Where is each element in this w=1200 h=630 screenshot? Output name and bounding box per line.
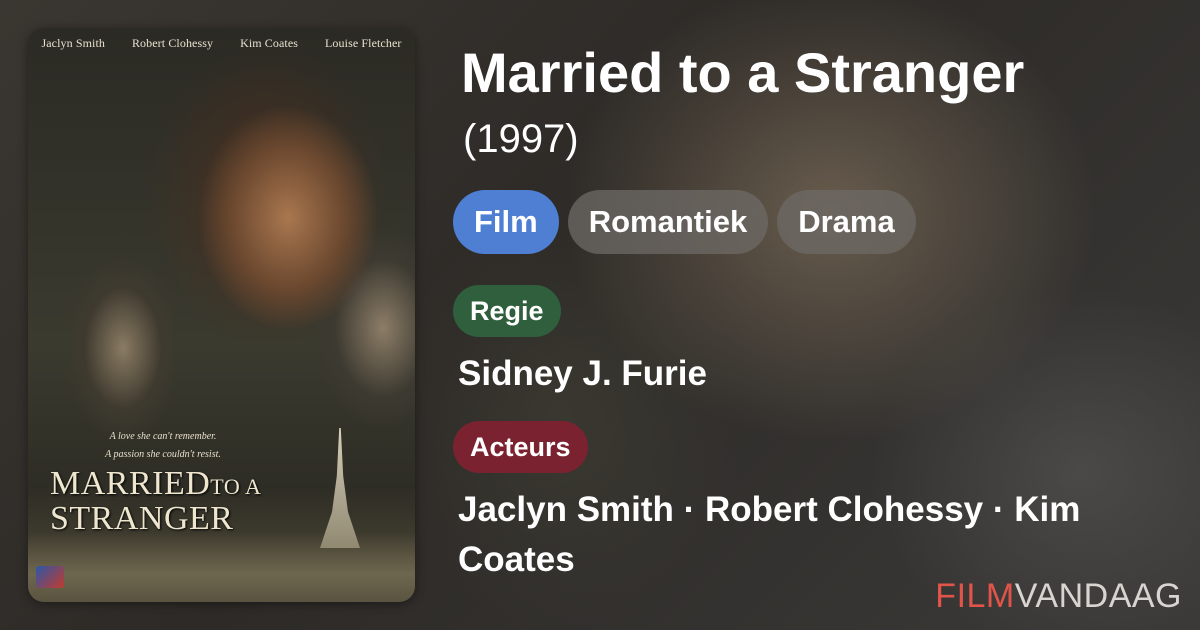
city-skyline-illustration	[28, 532, 415, 602]
poster-title-word: TO A	[210, 474, 262, 499]
poster-tagline-line: A passion she couldn't resist.	[105, 449, 221, 460]
poster-title: MARRIEDTO A STRANGER	[50, 465, 300, 537]
poster-title-word: MARRIED	[50, 465, 211, 502]
movie-title: Married to a Stranger	[461, 41, 1025, 104]
brand-part-vandaag: VANDAAG	[1014, 577, 1182, 615]
poster-cast-name: Robert Clohessy	[131, 36, 214, 50]
tag-list: Film Romantiek Drama	[453, 190, 916, 254]
poster-tagline: A love she can't remember. A passion she…	[88, 428, 238, 464]
director-name: Sidney J. Furie	[458, 354, 707, 393]
brand-part-film: FILM	[935, 577, 1015, 615]
poster-tagline-line: A love she can't remember.	[109, 431, 217, 442]
movie-year: (1997)	[463, 117, 579, 161]
tag-romantiek[interactable]: Romantiek	[567, 190, 769, 254]
director-label: Regie	[453, 285, 561, 337]
poster-cast-name: Kim Coates	[240, 36, 299, 50]
movie-poster: Jaclyn Smith Robert Clohessy Kim Coates …	[28, 28, 415, 602]
cast-label: Acteurs	[453, 421, 588, 473]
eiffel-tower-illustration	[320, 428, 360, 548]
filmvandaag-logo: FILMVANDAAG	[935, 577, 1182, 616]
poster-cast-line: Jaclyn Smith Robert Clohessy Kim Coates …	[28, 36, 415, 51]
poster-title-word: STRANGER	[50, 500, 234, 537]
poster-cast-name: Jaclyn Smith	[41, 36, 106, 50]
cast-names: Jaclyn Smith · Robert Clohessy · Kim Coa…	[458, 490, 1081, 579]
studio-logo-icon	[36, 566, 64, 588]
poster-cast-name: Louise Fletcher	[325, 36, 402, 50]
tag-film[interactable]: Film	[453, 190, 559, 254]
tag-drama[interactable]: Drama	[777, 190, 916, 254]
